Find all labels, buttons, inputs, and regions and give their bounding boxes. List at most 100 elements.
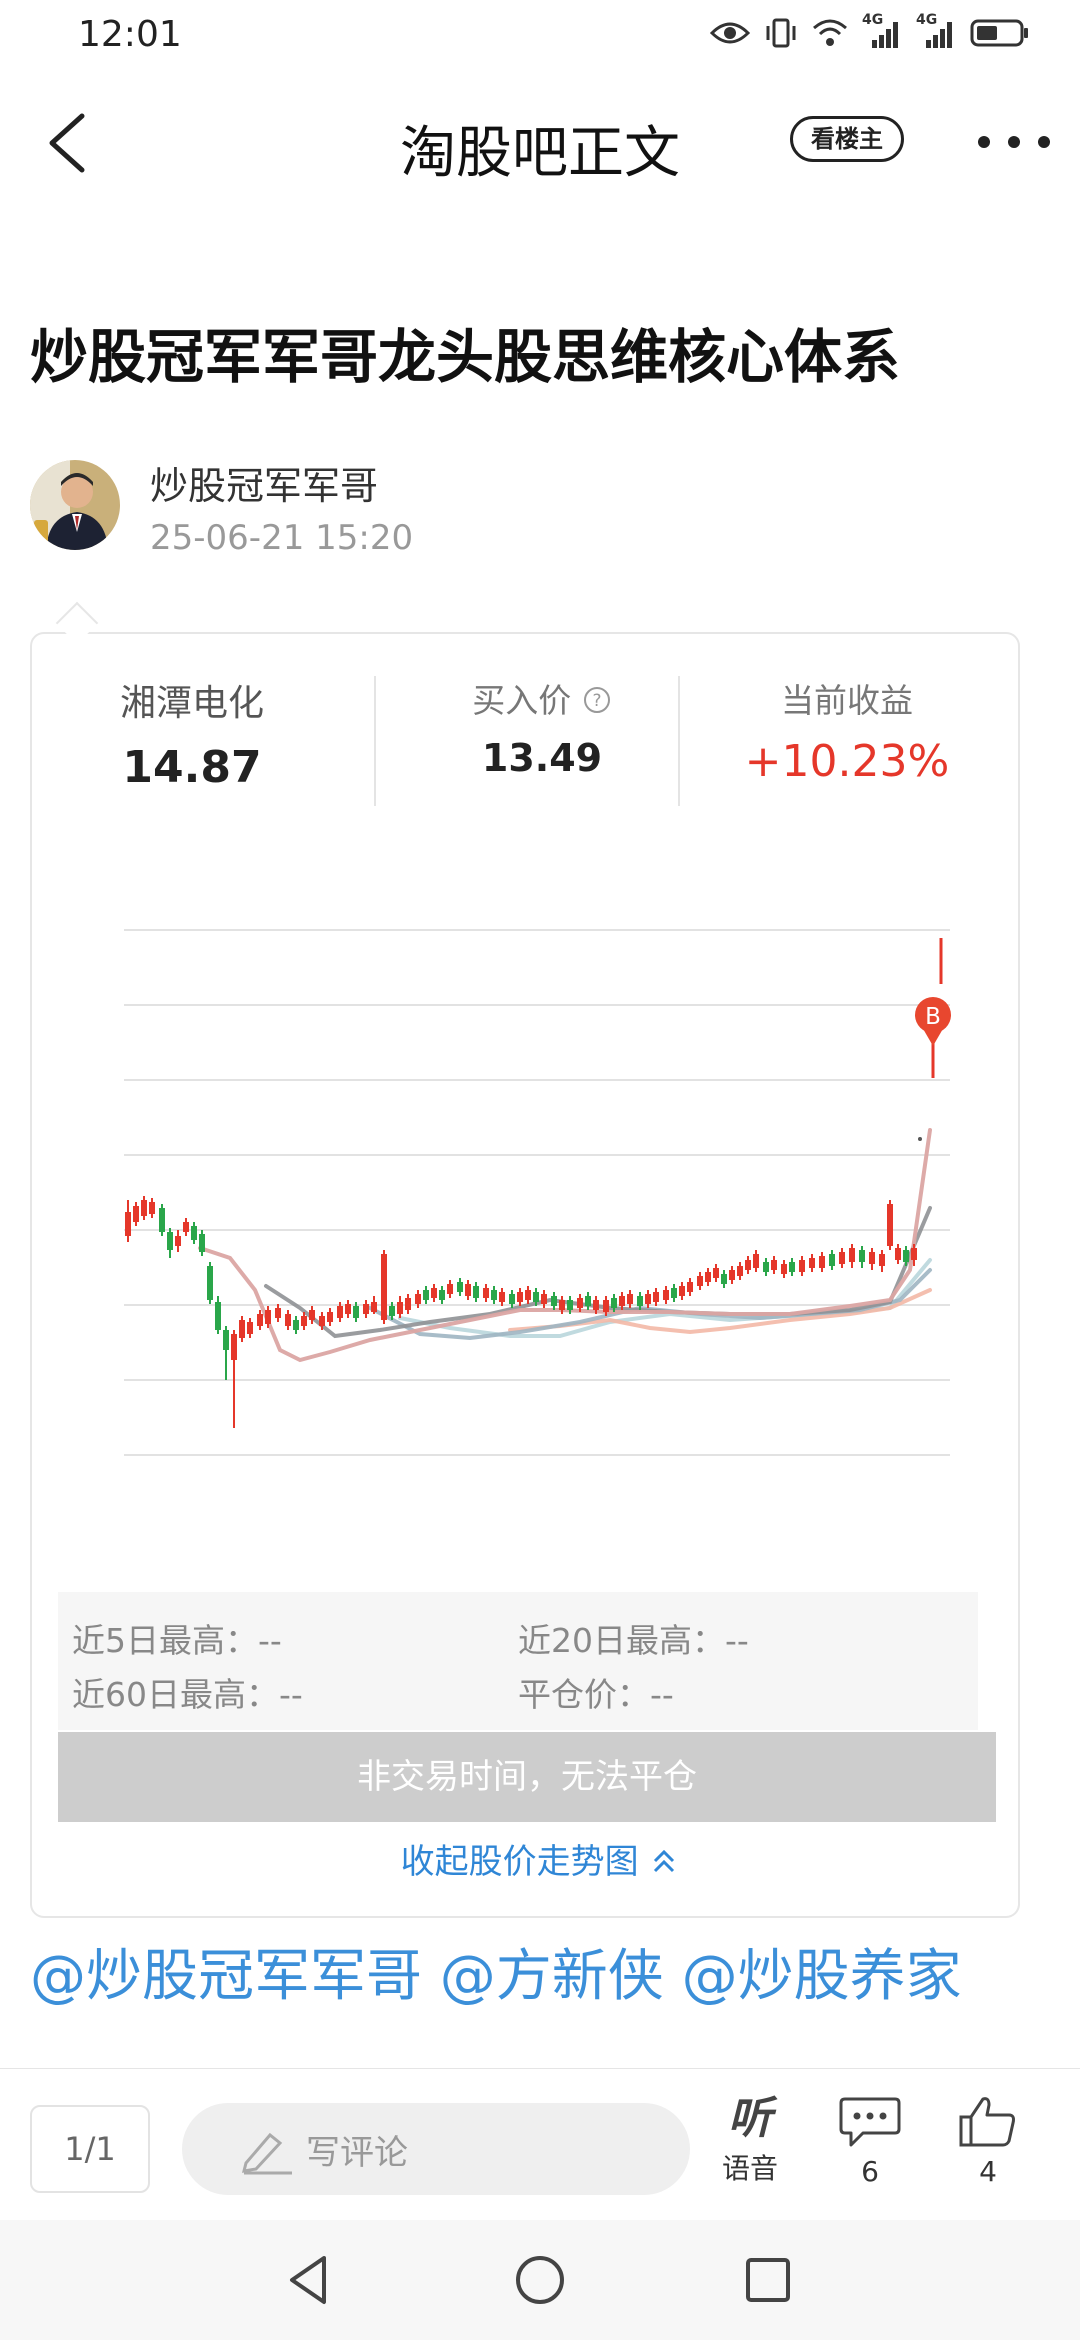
candle-body [371, 1302, 377, 1312]
buy-marker[interactable]: B [915, 938, 951, 1141]
candle-body [687, 1282, 693, 1292]
status-bar: 12:01 4G 4G [0, 0, 1080, 72]
candle-body [763, 1262, 769, 1272]
comments-button[interactable]: 6 [820, 2093, 920, 2188]
author-name[interactable]: 炒股冠军军哥 [150, 455, 378, 510]
high-5d: 近5日最高：-- [72, 1614, 282, 1662]
candle-body [771, 1260, 777, 1270]
signal-4g-2: 4G [916, 12, 956, 48]
candle-body [319, 1316, 325, 1326]
buy-marker-label: B [925, 1004, 941, 1030]
chart-gridlines [124, 929, 950, 1456]
comment-input[interactable]: 写评论 [182, 2103, 690, 2195]
candle-body [729, 1270, 735, 1280]
candle-body [133, 1206, 139, 1222]
candle-body [781, 1264, 787, 1274]
author-avatar[interactable] [30, 460, 120, 550]
candle-body [577, 1298, 583, 1308]
close-price-value: -- [650, 1675, 674, 1714]
candle-body [275, 1308, 281, 1318]
candle-body [439, 1290, 445, 1300]
buy-price-label-row: 买入价 ? [432, 674, 652, 722]
candle-body [285, 1314, 291, 1326]
candle-body [789, 1262, 795, 1272]
chevron-up-icon [654, 1849, 675, 1873]
high-60d: 近60日最高：-- [72, 1668, 303, 1716]
stat-divider [374, 676, 376, 806]
candle-body [265, 1310, 271, 1324]
candle-body [799, 1260, 805, 1272]
nav-recents-icon[interactable] [738, 2250, 798, 2310]
candle-body [423, 1290, 429, 1300]
high-20d-value: -- [725, 1621, 749, 1660]
collapse-chart-label: 收起股价走势图 [400, 1842, 639, 1882]
candle-body [381, 1254, 387, 1320]
more-options-icon[interactable] [974, 130, 1054, 154]
candle-body [671, 1288, 677, 1298]
status-time: 12:01 [78, 14, 182, 55]
price-trend-chart[interactable]: B [90, 890, 960, 1470]
comment-placeholder: 写评论 [306, 2133, 408, 2173]
return-label: 当前收益 [781, 681, 913, 720]
collapse-chart-link[interactable]: 收起股价走势图 [0, 1834, 1080, 1883]
candle-body [247, 1322, 253, 1334]
listen-icon: 听 [728, 2093, 772, 2144]
candle-body [663, 1290, 669, 1300]
high-5d-label: 近5日最高： [72, 1621, 258, 1660]
view-op-only-button[interactable]: 看楼主 [790, 116, 904, 162]
candle-body [619, 1296, 625, 1306]
bottom-action-bar: 1/1 写评论 听 语音 6 4 [0, 2068, 1080, 2219]
buy-price-label: 买入价 [472, 681, 572, 720]
return-value: +10.23% [744, 736, 950, 787]
nav-back-icon[interactable] [280, 2250, 340, 2310]
candle-body [653, 1292, 659, 1302]
candle-body [737, 1266, 743, 1276]
vibrate-icon [766, 18, 796, 48]
battery-icon [970, 19, 1028, 47]
candle-body [509, 1294, 515, 1304]
high-5d-value: -- [258, 1621, 282, 1660]
candle-body [869, 1252, 875, 1264]
candle-body [257, 1314, 263, 1326]
app-header: 淘股吧正文 看楼主 [0, 90, 1080, 200]
candle-body [125, 1212, 131, 1236]
candle-body [567, 1300, 573, 1310]
eye-icon [710, 22, 750, 44]
stock-stats-box: 近5日最高：-- 近20日最高：-- 近60日最高：-- 平仓价：-- [58, 1592, 978, 1730]
candle-body [551, 1296, 557, 1306]
close-position-button[interactable]: 非交易时间，无法平仓 [58, 1732, 996, 1822]
candle-body [175, 1236, 181, 1246]
candle-body [167, 1232, 173, 1250]
candle-body [149, 1202, 155, 1214]
candle-body [141, 1200, 147, 1216]
listen-button[interactable]: 听 语音 [700, 2093, 800, 2187]
page-indicator[interactable]: 1/1 [30, 2105, 150, 2193]
signal-bars-icon [926, 22, 952, 48]
candle-body [309, 1310, 315, 1320]
candle-body [713, 1268, 719, 1278]
candle-body [431, 1288, 437, 1298]
candle-body [337, 1306, 343, 1318]
comment-count: 6 [861, 2155, 879, 2188]
signal-4g-1: 4G [862, 12, 902, 48]
candle-body [199, 1234, 205, 1252]
post-mentions[interactable]: @炒股冠军军哥 @方新侠 @炒股养家 [30, 1932, 1060, 2022]
candle-body [525, 1290, 531, 1300]
candle-body [819, 1256, 825, 1268]
candle-body [721, 1274, 727, 1284]
like-count: 4 [979, 2155, 997, 2188]
like-button[interactable]: 4 [938, 2093, 1038, 2188]
help-icon[interactable]: ? [582, 685, 612, 715]
candle-body [457, 1282, 463, 1292]
candle-body [207, 1266, 213, 1300]
candle-body [859, 1250, 865, 1262]
candle-body [223, 1330, 229, 1350]
candle-body [397, 1302, 403, 1314]
candle-body [895, 1248, 901, 1260]
stock-name-block: 湘潭电化 14.87 [112, 674, 272, 793]
candle-body [415, 1294, 421, 1304]
post-title: 炒股冠军军哥龙头股思维核心体系 [30, 323, 901, 391]
thumbs-up-icon [959, 2097, 1015, 2147]
high-60d-value: -- [279, 1675, 303, 1714]
nav-home-icon[interactable] [510, 2250, 570, 2310]
